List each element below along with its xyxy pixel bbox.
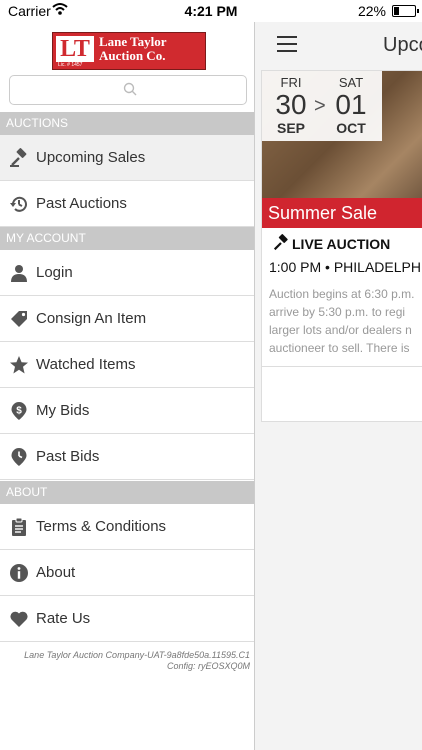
menu-item-watched[interactable]: Watched Items [0,342,254,388]
section-auctions: AUCTIONS [0,112,254,135]
dollar-pin-icon: $ [11,402,27,420]
user-icon [11,265,27,282]
menu-item-label: Watched Items [36,356,136,373]
heart-icon [10,611,28,627]
company-logo: LT Lane Taylor Auction Co. Lic. # 1457 [52,32,206,70]
menu-item-terms[interactable]: Terms & Conditions [0,504,254,550]
menu-item-rate-us[interactable]: Rate Us [0,596,254,642]
logo-license: Lic. # 1457 [58,62,83,68]
sale-card[interactable]: FRI 30 SEP > SAT 01 OCT Summer Sale LIVE… [261,70,422,422]
menu-item-my-bids[interactable]: $ My Bids [0,388,254,434]
svg-text:$: $ [16,406,22,417]
menu-item-about[interactable]: About [0,550,254,596]
battery-icon [392,5,419,17]
menu-item-past-bids[interactable]: Past Bids [0,434,254,480]
clipboard-icon [12,517,26,536]
auction-type: LIVE AUCTION [272,234,390,252]
main-content: Upco FRI 30 SEP > SAT 01 OCT Summer Sale… [255,22,422,750]
sale-name-banner: Summer Sale [262,198,422,228]
end-date: SAT 01 OCT [335,75,367,136]
page-title: Upco [383,34,422,56]
menu-item-label: Past Auctions [36,195,127,212]
date-range-arrow: > [314,95,326,117]
star-icon [10,356,28,374]
sale-dates: FRI 30 SEP > SAT 01 OCT [262,71,382,141]
section-about: ABOUT [0,481,254,504]
menu-item-label: Rate Us [36,610,91,627]
gavel-icon [273,234,288,251]
menu-item-label: Upcoming Sales [36,149,146,166]
menu-item-upcoming-sales[interactable]: Upcoming Sales [0,135,254,181]
menu-item-consign[interactable]: Consign An Item [0,296,254,342]
logo-name: Lane Taylor Auction Co. [99,34,167,63]
menu-item-login[interactable]: Login [0,250,254,296]
start-date: FRI 30 SEP [275,75,307,136]
status-bar: Carrier 4:21 PM 22% [0,0,422,22]
history-icon [10,196,27,212]
clock-pin-icon [11,448,27,466]
sale-description: Auction begins at 6:30 p.m. arrive by 5:… [269,287,415,355]
info-icon [10,564,28,582]
menu-item-label: Terms & Conditions [36,518,167,535]
hamburger-menu-icon[interactable] [277,36,297,52]
search-icon [123,82,137,96]
card-divider [262,366,422,367]
menu-item-label: My Bids [36,402,90,419]
section-my-account: MY ACCOUNT [0,227,254,250]
search-input[interactable] [9,75,247,105]
logo-mark: LT [56,36,94,62]
sale-time-location: 1:00 PM • PHILADELPH [269,259,421,275]
menu-item-label: Consign An Item [36,310,147,327]
menu-item-label: Past Bids [36,448,100,465]
tag-icon [11,311,27,327]
menu-item-label: Login [36,264,73,281]
version-info: Lane Taylor Auction Company-UAT-9a8fde50… [24,650,250,671]
gavel-icon [10,148,27,167]
menu-item-label: About [36,564,76,581]
battery-percent: 22% [357,3,386,19]
side-drawer: LT Lane Taylor Auction Co. Lic. # 1457 A… [0,22,255,750]
menu-item-past-auctions[interactable]: Past Auctions [0,181,254,227]
